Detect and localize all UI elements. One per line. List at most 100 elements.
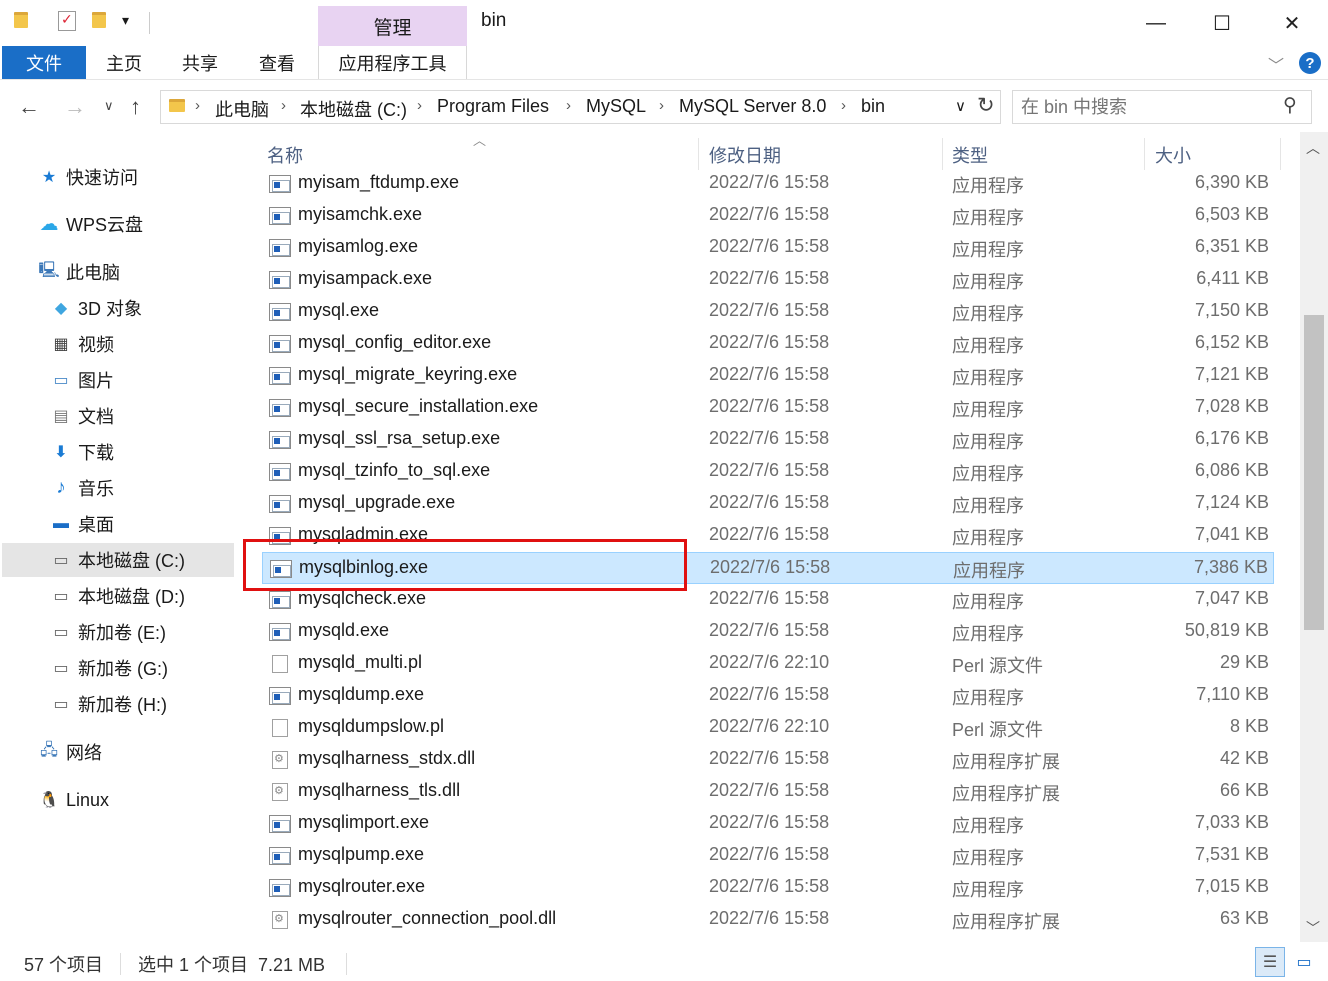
- file-row[interactable]: mysql.exe 2022/7/6 15:58 应用程序 7,150 KB: [262, 296, 1274, 328]
- file-row[interactable]: mysqlharness_stdx.dll 2022/7/6 15:58 应用程序扩…: [262, 744, 1274, 776]
- file-row[interactable]: mysql_config_editor.exe 2022/7/6 15:58 应用程…: [262, 328, 1274, 360]
- file-type: 应用程序: [952, 432, 1024, 452]
- nav-item-pictures[interactable]: ▭ 图片: [50, 363, 114, 397]
- file-row[interactable]: mysqlimport.exe 2022/7/6 15:58 应用程序 7,033 K…: [262, 808, 1274, 840]
- file-row[interactable]: mysqlpump.exe 2022/7/6 15:58 应用程序 7,531 KB: [262, 840, 1274, 872]
- nav-item-wps-cloud[interactable]: ☁ WPS云盘: [38, 207, 144, 241]
- nav-item-volume-e[interactable]: ▭ 新加卷 (E:): [50, 615, 166, 649]
- file-name: myisampack.exe: [298, 268, 433, 288]
- drive-icon: ▭: [53, 552, 69, 569]
- breadcrumb-bin[interactable]: bin: [861, 96, 885, 117]
- quick-access-dropdown-icon[interactable]: ▾: [122, 12, 129, 29]
- search-input[interactable]: [1021, 95, 1271, 119]
- forward-arrow-icon[interactable]: →: [64, 94, 86, 120]
- column-header-name[interactable]: 名称: [267, 142, 303, 168]
- file-date: 2022/7/6 15:58: [709, 492, 830, 512]
- chevron-down-icon[interactable]: ∨: [955, 97, 966, 115]
- column-divider[interactable]: [1280, 138, 1281, 170]
- nav-item-label: WPS云盘: [66, 215, 144, 235]
- file-row[interactable]: mysqlharness_tls.dll 2022/7/6 15:58 应用程序扩展…: [262, 776, 1274, 808]
- file-date: 2022/7/6 15:58: [709, 780, 830, 800]
- nav-item-videos[interactable]: ▦ 视频: [50, 327, 114, 361]
- folder-icon[interactable]: [14, 12, 32, 30]
- nav-item-documents[interactable]: ▤ 文档: [50, 399, 114, 433]
- minimize-button[interactable]: —: [1136, 8, 1176, 38]
- executable-icon: [269, 207, 291, 225]
- file-row[interactable]: myisamchk.exe 2022/7/6 15:58 应用程序 6,503 KB: [262, 200, 1274, 232]
- nav-item-this-pc[interactable]: 🖳 此电脑: [38, 255, 120, 289]
- breadcrumb-local-disk-c[interactable]: 本地磁盘 (C:): [300, 96, 407, 122]
- back-arrow-icon[interactable]: ←: [18, 94, 40, 120]
- scroll-up-icon[interactable]: ︿: [1306, 138, 1320, 158]
- file-name: mysqld.exe: [298, 620, 390, 640]
- vertical-scrollbar[interactable]: ︿ ﹀: [1300, 132, 1328, 942]
- column-header-type[interactable]: 类型: [952, 142, 988, 168]
- large-icons-view-icon[interactable]: ▭: [1291, 949, 1317, 975]
- details-view-icon[interactable]: ☰: [1255, 947, 1285, 977]
- properties-icon[interactable]: ✓: [58, 11, 76, 31]
- column-divider[interactable]: [698, 138, 699, 170]
- tab-home[interactable]: 主页: [96, 46, 152, 79]
- file-row[interactable]: mysqlrouter_connection_pool.dll 2022/7/6 …: [262, 904, 1274, 936]
- search-box[interactable]: ⚲: [1012, 90, 1312, 124]
- file-row[interactable]: mysqldump.exe 2022/7/6 15:58 应用程序 7,110 KB: [262, 680, 1274, 712]
- file-row[interactable]: mysql_upgrade.exe 2022/7/6 15:58 应用程序 7,124…: [262, 488, 1274, 520]
- breadcrumb-mysql-server[interactable]: MySQL Server 8.0: [679, 96, 826, 117]
- executable-icon: [269, 303, 291, 321]
- breadcrumb-this-pc[interactable]: 此电脑: [215, 96, 269, 122]
- file-name: mysql_config_editor.exe: [298, 332, 492, 352]
- file-row[interactable]: mysqldumpslow.pl 2022/7/6 22:10 Perl 源文件 8 …: [262, 712, 1274, 744]
- file-row[interactable]: myisamlog.exe 2022/7/6 15:58 应用程序 6,351 KB: [262, 232, 1274, 264]
- address-bar[interactable]: › 此电脑 › 本地磁盘 (C:) › Program Files › MySQ…: [160, 90, 1001, 124]
- executable-icon: [269, 431, 291, 449]
- breadcrumb-program-files[interactable]: Program Files: [437, 96, 549, 117]
- recent-locations-icon[interactable]: ∨: [104, 98, 114, 114]
- nav-item-music[interactable]: ♪ 音乐: [50, 471, 114, 505]
- music-icon: ♪: [56, 477, 66, 498]
- nav-item-quick-access[interactable]: ★ 快速访问: [38, 160, 138, 194]
- tab-share[interactable]: 共享: [172, 46, 228, 79]
- maximize-button[interactable]: ☐: [1202, 8, 1242, 38]
- file-row[interactable]: myisam_ftdump.exe 2022/7/6 15:58 应用程序 6,390…: [262, 168, 1274, 200]
- nav-item-label: 3D 对象: [78, 299, 143, 319]
- file-type: 应用程序: [952, 208, 1024, 228]
- nav-item-local-disk-c[interactable]: ▭ 本地磁盘 (C:): [2, 543, 234, 577]
- new-folder-icon[interactable]: [92, 12, 110, 30]
- nav-item-3d-objects[interactable]: ◆ 3D 对象: [50, 291, 142, 325]
- scrollbar-thumb[interactable]: [1304, 315, 1324, 631]
- tab-view[interactable]: 查看: [249, 46, 305, 79]
- dll-file-icon: [272, 911, 288, 929]
- file-row[interactable]: mysql_secure_installation.exe 2022/7/6 15…: [262, 392, 1274, 424]
- breadcrumb-mysql[interactable]: MySQL: [586, 96, 646, 117]
- refresh-icon[interactable]: ↻: [977, 93, 995, 118]
- column-header-date[interactable]: 修改日期: [709, 142, 781, 168]
- expand-ribbon-icon[interactable]: ﹀: [1268, 52, 1284, 76]
- tab-manage[interactable]: 管理: [318, 6, 467, 46]
- help-button[interactable]: ?: [1299, 52, 1321, 74]
- nav-item-volume-h[interactable]: ▭ 新加卷 (H:): [50, 687, 167, 721]
- file-name: mysqlrouter.exe: [298, 876, 426, 896]
- tab-file[interactable]: 文件: [2, 46, 86, 79]
- nav-item-linux[interactable]: 🐧 Linux: [38, 783, 109, 817]
- file-row[interactable]: mysql_ssl_rsa_setup.exe 2022/7/6 15:58 应用程…: [262, 424, 1274, 456]
- column-divider[interactable]: [942, 138, 943, 170]
- scroll-down-icon[interactable]: ﹀: [1306, 918, 1320, 938]
- nav-item-volume-g[interactable]: ▭ 新加卷 (G:): [50, 651, 168, 685]
- nav-item-local-disk-d[interactable]: ▭ 本地磁盘 (D:): [50, 579, 185, 613]
- file-row[interactable]: mysqld_multi.pl 2022/7/6 22:10 Perl 源文件 29 …: [262, 648, 1274, 680]
- file-row[interactable]: mysqld.exe 2022/7/6 15:58 应用程序 50,819 KB: [262, 616, 1274, 648]
- nav-item-downloads[interactable]: ⬇ 下载: [50, 435, 114, 469]
- up-arrow-icon[interactable]: ↑: [130, 94, 141, 120]
- tab-application-tools[interactable]: 应用程序工具: [318, 46, 467, 79]
- file-row[interactable]: myisampack.exe 2022/7/6 15:58 应用程序 6,411 KB: [262, 264, 1274, 296]
- column-divider[interactable]: [1144, 138, 1145, 170]
- file-row[interactable]: mysqlrouter.exe 2022/7/6 15:58 应用程序 7,015 K…: [262, 872, 1274, 904]
- nav-item-network[interactable]: 🖧 网络: [38, 735, 102, 769]
- file-row[interactable]: mysql_tzinfo_to_sql.exe 2022/7/6 15:58 应用程…: [262, 456, 1274, 488]
- nav-item-desktop[interactable]: ▬ 桌面: [50, 507, 114, 541]
- file-type: 应用程序: [952, 400, 1024, 420]
- column-header-size[interactable]: 大小: [1155, 142, 1191, 168]
- close-button[interactable]: ✕: [1272, 8, 1312, 38]
- search-icon[interactable]: ⚲: [1283, 94, 1297, 117]
- file-row[interactable]: mysql_migrate_keyring.exe 2022/7/6 15:58 应…: [262, 360, 1274, 392]
